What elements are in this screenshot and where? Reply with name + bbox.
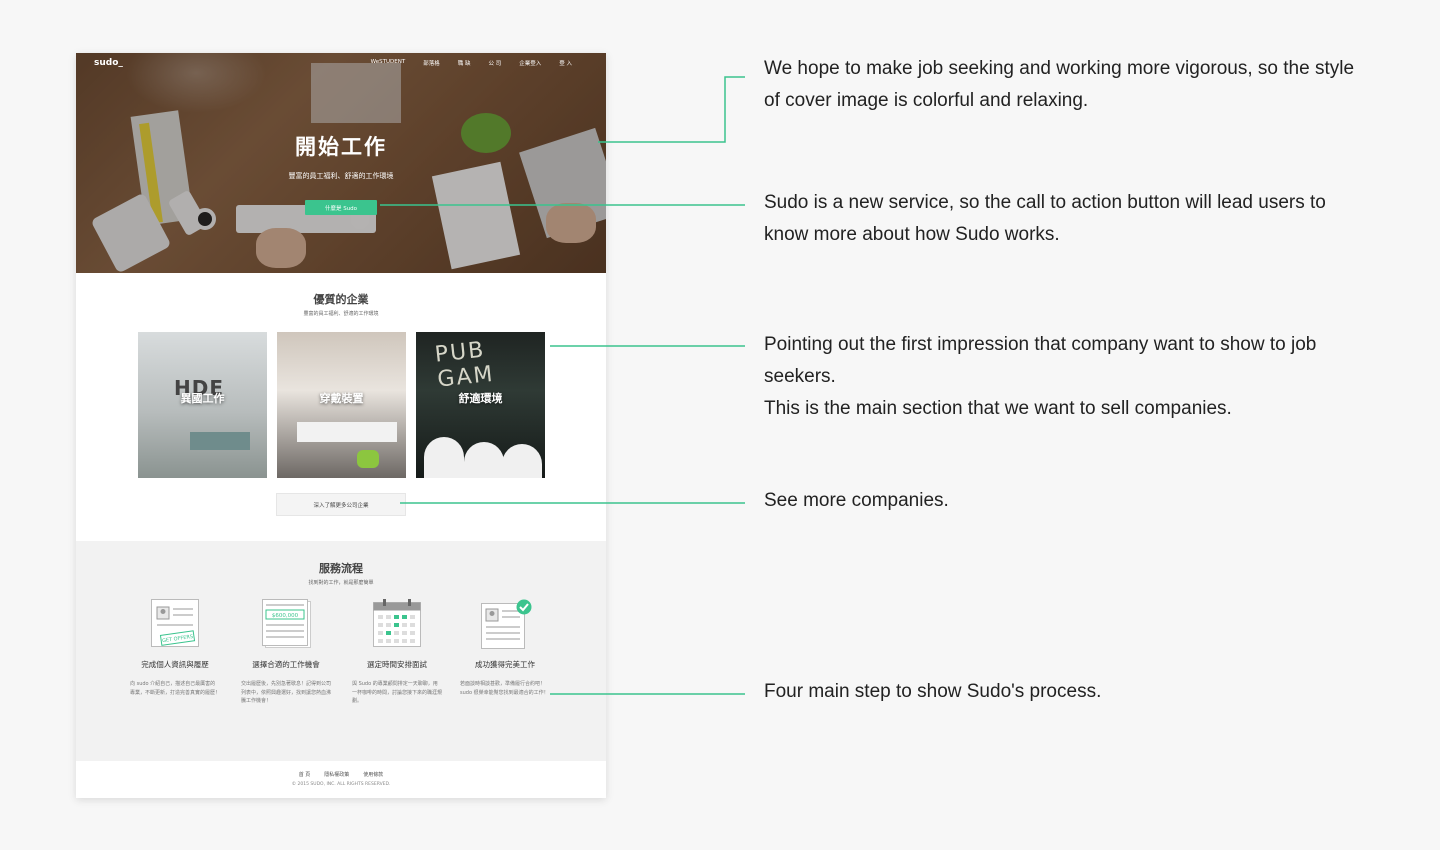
annotation-connectors	[380, 76, 745, 695]
connector-cover	[598, 76, 745, 143]
annotation-more-companies: See more companies.	[764, 490, 949, 511]
annotation-cover-image: We hope to make job seeking and working …	[764, 58, 1355, 111]
annotation-process: Four main step to show Sudo's process.	[764, 681, 1102, 702]
annotation-companies: Pointing out the first impression that c…	[764, 329, 1364, 425]
annotation-cta: Sudo is a new service, so the call to ac…	[764, 192, 1326, 245]
annotation-companies-line1: Pointing out the first impression that c…	[764, 334, 1317, 387]
annotation-companies-line2: This is the main section that we want to…	[764, 398, 1232, 419]
